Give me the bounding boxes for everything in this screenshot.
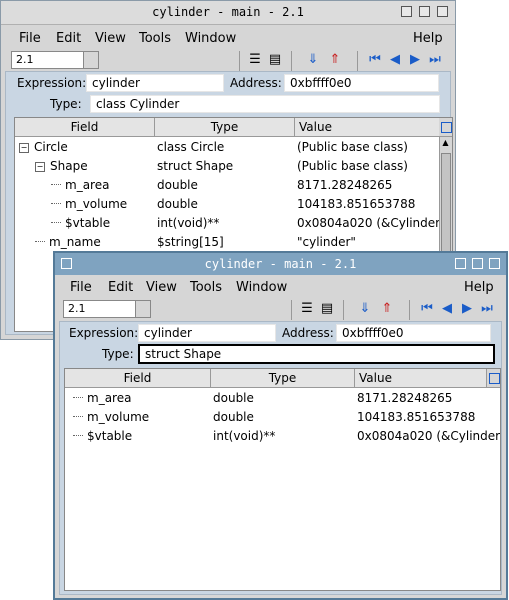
- separator: [357, 51, 358, 71]
- separator: [291, 300, 292, 320]
- address-label: Address:: [230, 76, 282, 90]
- undive-icon[interactable]: ⇑: [379, 301, 395, 317]
- type-label: Type:: [102, 347, 134, 361]
- prev-icon[interactable]: ◀: [439, 301, 455, 317]
- tree-row[interactable]: m_volume double 104183.851653788: [15, 195, 452, 214]
- column-header-field[interactable]: Field: [15, 118, 155, 137]
- tree-row[interactable]: − Circle class Circle (Public base class): [15, 138, 452, 157]
- tree-icon[interactable]: ▤: [267, 52, 283, 68]
- maximize-icon[interactable]: [419, 6, 430, 17]
- first-icon[interactable]: ⏮: [367, 52, 383, 68]
- frame-combo[interactable]: 2.1: [11, 51, 99, 69]
- tree-row[interactable]: m_name $string[15] "cylinder": [15, 233, 452, 252]
- separator: [291, 51, 292, 71]
- front-data-window[interactable]: cylinder - main - 2.1 File Edit View Too…: [53, 251, 508, 600]
- columns-icon[interactable]: [487, 369, 500, 388]
- columns-icon[interactable]: [439, 118, 452, 137]
- titlebar[interactable]: cylinder - main - 2.1: [1, 1, 455, 25]
- list-icon[interactable]: ☰: [247, 52, 263, 68]
- tree-row[interactable]: m_area double 8171.28248265: [15, 176, 452, 195]
- maximize-icon[interactable]: [472, 258, 483, 269]
- data-tree[interactable]: Field Type Value m_area double 8171.2824…: [64, 368, 501, 591]
- last-icon[interactable]: ⏭: [479, 301, 495, 317]
- chevron-down-icon[interactable]: [135, 301, 150, 317]
- dive-icon[interactable]: ⇓: [357, 301, 373, 317]
- menu-edit[interactable]: Edit: [56, 31, 81, 46]
- titlebar[interactable]: cylinder - main - 2.1: [55, 253, 506, 275]
- prev-icon[interactable]: ◀: [387, 52, 403, 68]
- chevron-down-icon[interactable]: [83, 52, 98, 68]
- column-header-type[interactable]: Type: [211, 369, 355, 388]
- separator: [409, 300, 410, 320]
- expression-label: Expression:: [69, 326, 139, 340]
- address-field: 0xbffff0e0: [284, 74, 439, 92]
- dive-icon[interactable]: ⇓: [305, 52, 321, 68]
- next-icon[interactable]: ▶: [459, 301, 475, 317]
- expression-label: Expression:: [17, 76, 87, 90]
- column-header-field[interactable]: Field: [65, 369, 211, 388]
- last-icon[interactable]: ⏭: [427, 52, 443, 68]
- menu-edit[interactable]: Edit: [108, 280, 133, 295]
- type-input[interactable]: struct Shape: [138, 344, 495, 364]
- minimize-icon[interactable]: [455, 258, 466, 269]
- menu-bar: File Edit View Tools Window Help: [1, 27, 455, 49]
- menu-bar: File Edit View Tools Window Help: [55, 276, 506, 298]
- toolbar: 2.1 ☰ ▤ ⇓ ⇑ ⏮ ◀ ▶ ⏭: [55, 298, 506, 322]
- column-header-value[interactable]: Value: [295, 118, 441, 137]
- close-icon[interactable]: [489, 258, 500, 269]
- column-header-type[interactable]: Type: [155, 118, 295, 137]
- first-icon[interactable]: ⏮: [419, 301, 435, 317]
- frame-value: 2.1: [68, 302, 86, 315]
- tree-row[interactable]: $vtable int(void)** 0x0804a020 (&Cylinde…: [65, 427, 500, 446]
- window-title: cylinder - main - 2.1: [204, 257, 357, 271]
- next-icon[interactable]: ▶: [407, 52, 423, 68]
- address-label: Address:: [282, 326, 334, 340]
- minimize-icon[interactable]: [401, 6, 412, 17]
- menu-file[interactable]: File: [19, 31, 41, 46]
- menu-view[interactable]: View: [95, 31, 126, 46]
- type-label: Type:: [50, 97, 82, 111]
- window-title: cylinder - main - 2.1: [152, 5, 304, 19]
- menu-view[interactable]: View: [146, 280, 177, 295]
- collapse-icon[interactable]: −: [19, 143, 29, 153]
- separator: [343, 300, 344, 320]
- menu-help[interactable]: Help: [413, 31, 443, 46]
- collapse-icon[interactable]: −: [35, 162, 45, 172]
- menu-file[interactable]: File: [70, 280, 92, 295]
- menu-window[interactable]: Window: [236, 280, 287, 295]
- expression-input[interactable]: cylinder: [138, 324, 276, 342]
- tree-row[interactable]: $vtable int(void)** 0x0804a020 (&Cylinde…: [15, 214, 452, 233]
- address-field: 0xbffff0e0: [336, 324, 491, 342]
- tree-row[interactable]: − Shape struct Shape (Public base class): [15, 157, 452, 176]
- frame-combo[interactable]: 2.1: [63, 300, 151, 318]
- tree-icon[interactable]: ▤: [319, 301, 335, 317]
- frame-value: 2.1: [16, 53, 34, 66]
- data-panel: Expression: cylinder Address: 0xbffff0e0…: [59, 321, 502, 595]
- type-input[interactable]: class Cylinder: [90, 95, 440, 113]
- expression-input[interactable]: cylinder: [86, 74, 224, 92]
- menu-help[interactable]: Help: [464, 280, 494, 295]
- list-icon[interactable]: ☰: [299, 301, 315, 317]
- menu-window[interactable]: Window: [185, 31, 236, 46]
- close-icon[interactable]: [437, 6, 448, 17]
- menu-tools[interactable]: Tools: [139, 31, 171, 46]
- undive-icon[interactable]: ⇑: [327, 52, 343, 68]
- toolbar: 2.1 ☰ ▤ ⇓ ⇑ ⏮ ◀ ▶ ⏭: [1, 49, 455, 73]
- separator: [239, 51, 240, 71]
- scroll-up-icon[interactable]: ▲: [441, 138, 450, 150]
- scrollbar-thumb[interactable]: [441, 153, 451, 253]
- menu-tools[interactable]: Tools: [190, 280, 222, 295]
- tree-row[interactable]: m_volume double 104183.851653788: [65, 408, 500, 427]
- tree-row[interactable]: m_area double 8171.28248265: [65, 389, 500, 408]
- column-header-value[interactable]: Value: [355, 369, 487, 388]
